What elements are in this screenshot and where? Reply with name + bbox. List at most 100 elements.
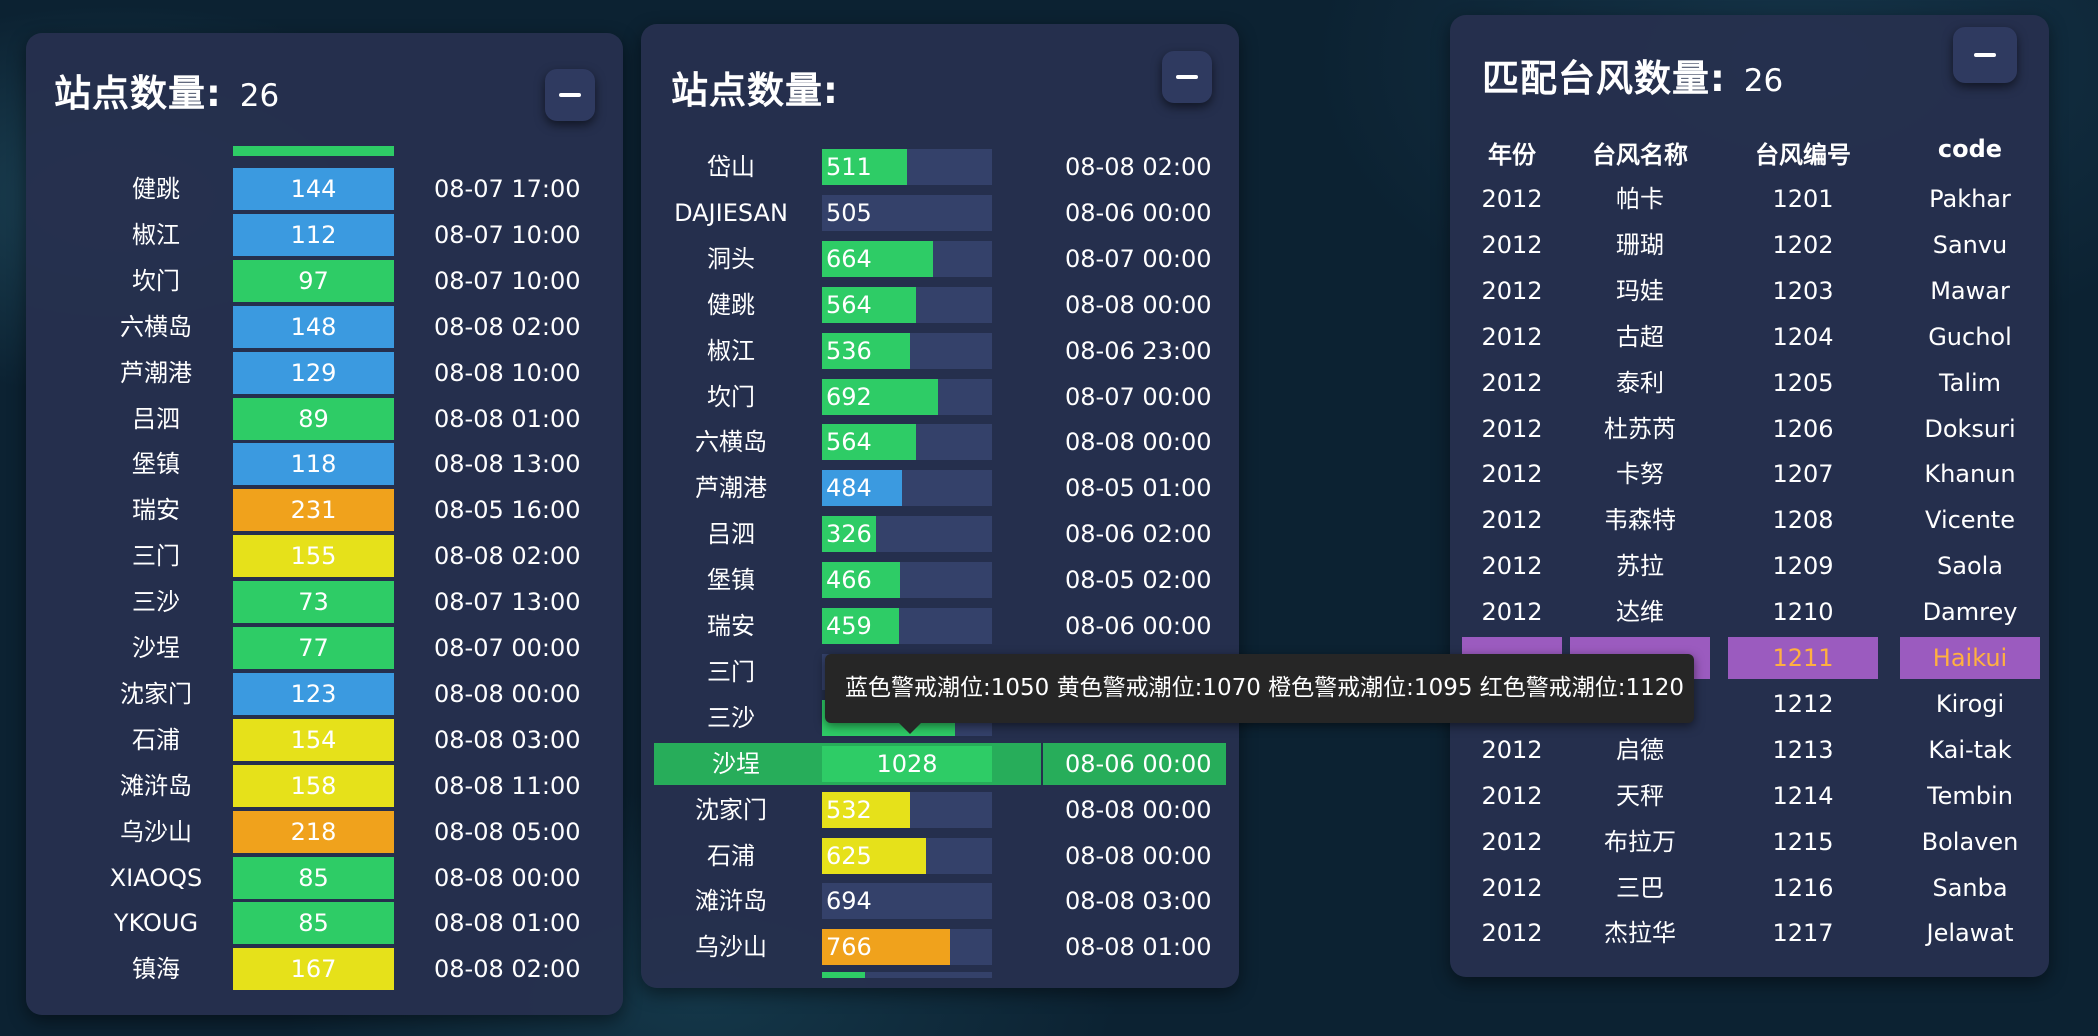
station-row[interactable]: 滩浒岛 158 08-08 11:00: [26, 764, 623, 807]
station-row[interactable]: 乌沙山 218 08-08 05:00: [26, 810, 623, 853]
typhoon-year: 2012: [1481, 873, 1543, 902]
typhoon-name: 天秤: [1616, 781, 1664, 810]
typhoon-row[interactable]: 2012 苏拉 1209 Saola: [1450, 545, 2049, 587]
minimize-button[interactable]: [1162, 51, 1212, 103]
station-time: 08-08 00:00: [1065, 841, 1212, 870]
station-name: 三门: [707, 657, 755, 686]
station-row[interactable]: 三沙 73 08-07 13:00: [26, 581, 623, 624]
typhoon-row[interactable]: 2012 韦森特 1208 Vicente: [1450, 499, 2049, 541]
value-bar: 89: [233, 397, 394, 440]
value-label: 564: [826, 290, 872, 319]
station-row[interactable]: 芦潮港 484 08-05 01:00: [641, 467, 1239, 509]
value-label: 692: [826, 382, 872, 411]
value-bar-track: 484: [822, 470, 992, 507]
typhoon-number: 1209: [1772, 552, 1834, 581]
station-time: 08-07 10:00: [434, 266, 581, 295]
station-row[interactable]: 瑞安 231 08-05 16:00: [26, 489, 623, 532]
panel-title-label: 站点数量:: [671, 69, 839, 112]
typhoon-row[interactable]: 2012 帕卡 1201 Pakhar: [1450, 178, 2049, 220]
station-row[interactable]: 滩浒岛 694 08-08 03:00: [641, 880, 1239, 922]
panel-title-label: 匹配台风数量:: [1482, 57, 1726, 100]
value-label: 326: [826, 520, 872, 549]
station-name: 瑞安: [707, 612, 755, 640]
station-row[interactable]: 健跳 564 08-08 00:00: [641, 284, 1239, 326]
value-bar: 73: [233, 581, 394, 624]
station-row[interactable]: 六横岛 564 08-08 00:00: [641, 421, 1239, 463]
station-row[interactable]: 吕泗 89 08-08 01:00: [26, 397, 623, 440]
station-name: 坎门: [132, 266, 180, 295]
station-row[interactable]: 坎门 97 08-07 10:00: [26, 259, 623, 302]
station-row[interactable]: 椒江 112 08-07 10:00: [26, 213, 623, 256]
typhoon-year: 2012: [1481, 460, 1543, 489]
station-row[interactable]: 洞头 664 08-07 00:00: [641, 238, 1239, 280]
station-time: 08-08 00:00: [1065, 428, 1212, 457]
station-row[interactable]: 乌沙山 766 08-08 01:00: [641, 926, 1239, 968]
station-name: 滩浒岛: [695, 887, 767, 916]
station-row[interactable]: 堡镇 466 08-05 02:00: [641, 559, 1239, 601]
typhoon-row[interactable]: 2012 三巴 1216 Sanba: [1450, 867, 2049, 909]
station-row[interactable]: 三门 155 08-08 02:00: [26, 535, 623, 578]
column-header-number: 台风编号: [1755, 141, 1851, 169]
station-time: 08-05 01:00: [1065, 474, 1212, 503]
typhoon-row[interactable]: 2012 天秤 1214 Tembin: [1450, 775, 2049, 817]
typhoon-row[interactable]: 2012 达维 1210 Damrey: [1450, 591, 2049, 633]
station-row[interactable]: 芦潮港 129 08-08 10:00: [26, 351, 623, 394]
typhoon-row[interactable]: 2012 泰利 1205 Talim: [1450, 362, 2049, 404]
station-time: 08-08 01:00: [434, 909, 581, 938]
panel-title-label: 站点数量:: [54, 72, 222, 115]
station-name: 瑞安: [132, 496, 180, 525]
typhoon-row[interactable]: 2012 布拉万 1215 Bolaven: [1450, 821, 2049, 863]
station-row[interactable]: DAJIESAN 505 08-06 00:00: [641, 192, 1239, 234]
value-bar-track: 625: [822, 837, 992, 874]
typhoon-row[interactable]: 2012 启德 1213 Kai-tak: [1450, 729, 2049, 771]
value-label: 694: [826, 887, 872, 916]
station-row[interactable]: 椒江 536 08-06 23:00: [641, 330, 1239, 372]
station-row[interactable]: 沙埕 77 08-07 00:00: [26, 627, 623, 669]
station-row[interactable]: 镇海 167 08-08 02:00: [26, 948, 623, 991]
tooltip-arrow: [898, 722, 922, 734]
typhoon-row[interactable]: 2012 杰拉华 1217 Jelawat: [1450, 912, 2049, 954]
value-bar: 118: [233, 443, 394, 486]
station-row[interactable]: 坎门 692 08-07 00:00: [641, 376, 1239, 418]
station-row[interactable]: 沈家门 532 08-08 00:00: [641, 789, 1239, 831]
station-row[interactable]: YKOUG 85 08-08 01:00: [26, 902, 623, 945]
typhoon-row[interactable]: 2012 卡努 1207 Khanun: [1450, 453, 2049, 495]
station-time: 08-08 05:00: [434, 817, 581, 846]
station-name: 六横岛: [120, 312, 192, 341]
station-row[interactable]: 瑞安 459 08-06 00:00: [641, 605, 1239, 647]
station-time: 08-08 10:00: [434, 358, 581, 387]
typhoon-row[interactable]: 2012 杜苏芮 1206 Doksuri: [1450, 408, 2049, 450]
typhoon-code: Kirogi: [1935, 689, 2005, 718]
typhoon-row[interactable]: 2012 古超 1204 Guchol: [1450, 316, 2049, 358]
typhoon-code: Khanun: [1924, 460, 2016, 489]
station-row[interactable]: XIAOQS 85 08-08 00:00: [26, 856, 623, 899]
station-row[interactable]: 吕泗 326 08-06 02:00: [641, 513, 1239, 555]
value-bar: 112: [233, 213, 394, 256]
station-time: 08-08 00:00: [434, 679, 581, 708]
station-row[interactable]: 石浦 625 08-08 00:00: [641, 835, 1239, 877]
minimize-button[interactable]: [1953, 27, 2017, 83]
typhoon-number: 1215: [1772, 827, 1834, 856]
value-bar-track: 536: [822, 332, 992, 369]
station-name: 石浦: [132, 725, 180, 754]
station-row[interactable]: 沈家门 123 08-08 00:00: [26, 672, 623, 715]
typhoon-row[interactable]: 2012 玛娃 1203 Mawar: [1450, 270, 2049, 312]
station-row[interactable]: 石浦 154 08-08 03:00: [26, 718, 623, 761]
station-name: 三沙: [132, 588, 180, 617]
minimize-button[interactable]: [545, 69, 595, 121]
typhoon-year: 2012: [1481, 230, 1543, 259]
station-time: 08-08 00:00: [434, 863, 581, 892]
typhoon-name: 杜苏芮: [1604, 414, 1676, 443]
station-row-selected[interactable]: 沙埕 1028 08-06 00:00: [641, 742, 1239, 785]
value-bar-track: 511: [822, 149, 992, 185]
panel-title: 匹配台风数量: 26: [1482, 48, 1783, 102]
station-count: 26: [239, 78, 280, 114]
station-row[interactable]: 健跳 144 08-07 17:00: [26, 168, 623, 210]
station-row[interactable]: 堡镇 118 08-08 13:00: [26, 443, 623, 486]
station-row[interactable]: 六横岛 148 08-08 02:00: [26, 305, 623, 348]
typhoon-code: Kai-tak: [1928, 735, 2012, 764]
typhoon-row[interactable]: 2012 珊瑚 1202 Sanvu: [1450, 224, 2049, 266]
column-header-code: code: [1937, 135, 2003, 163]
warning-tide-tooltip: 蓝色警戒潮位:1050 黄色警戒潮位:1070 橙色警戒潮位:1095 红色警戒…: [825, 654, 1694, 723]
station-row[interactable]: 岱山 511 08-08 02:00: [641, 146, 1239, 188]
